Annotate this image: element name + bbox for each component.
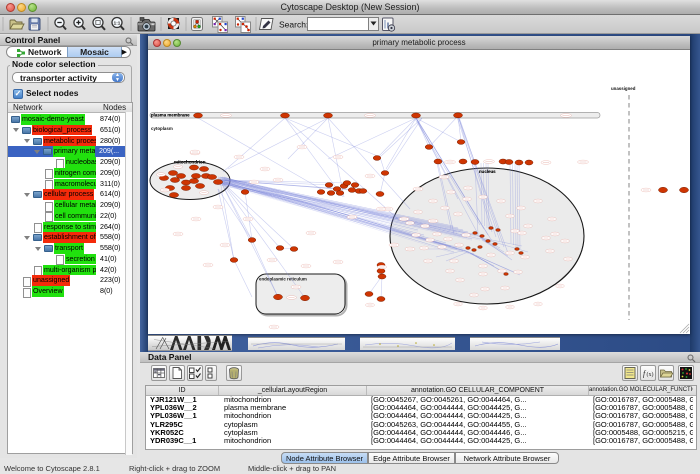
svg-text:endoplasmic reticulum: endoplasmic reticulum — [259, 277, 307, 282]
svg-text:unassigned: unassigned — [611, 86, 636, 91]
svg-text:plasma membrane: plasma membrane — [151, 113, 190, 118]
svg-text:nucleus: nucleus — [479, 169, 496, 174]
svg-text:mitochondrion: mitochondrion — [174, 160, 206, 165]
svg-text:1:1: 1:1 — [114, 20, 121, 25]
svg-text:(x): (x) — [647, 371, 654, 378]
svg-text:Search:: Search: — [279, 20, 308, 30]
svg-text:cytoplasm: cytoplasm — [151, 126, 173, 131]
